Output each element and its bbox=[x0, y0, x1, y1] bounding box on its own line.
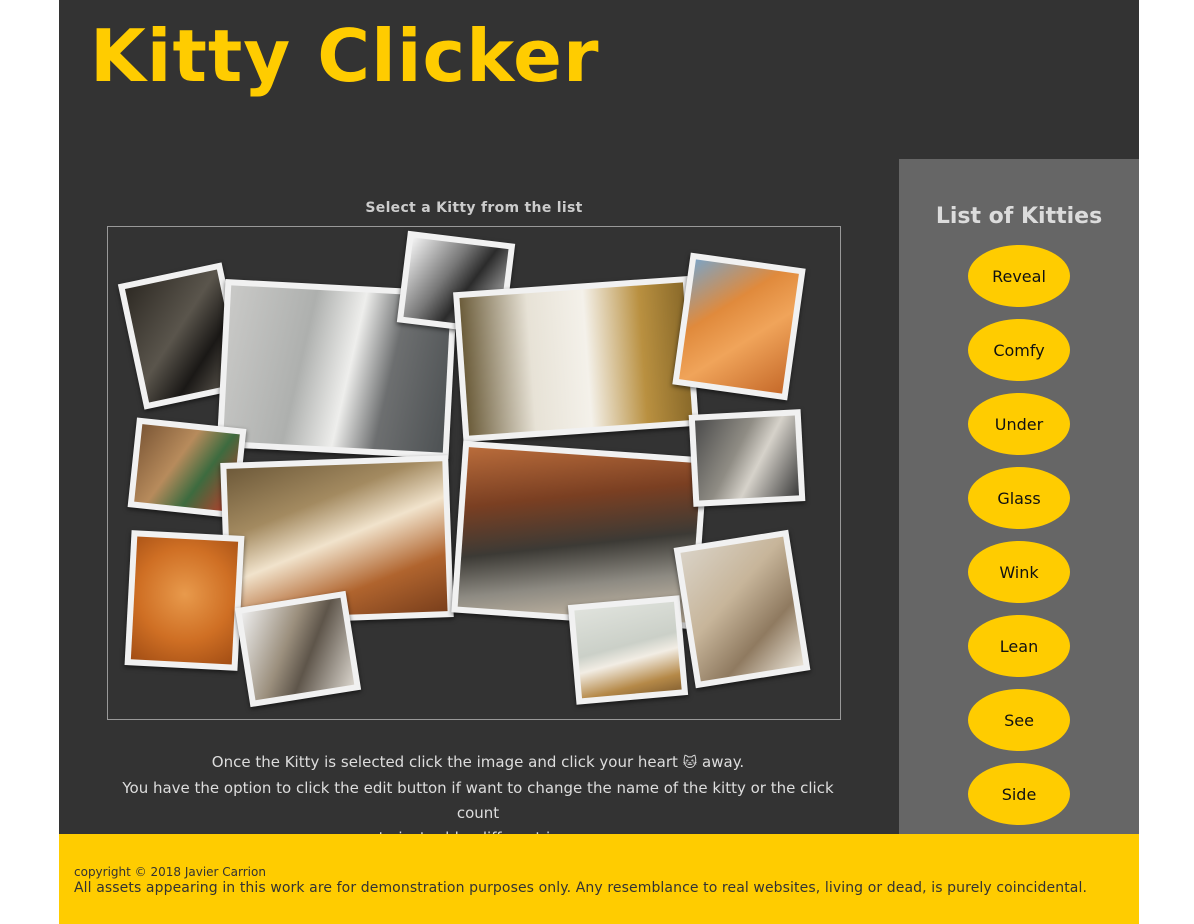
site-title: Kitty Clicker bbox=[90, 14, 600, 98]
help-line-1-start: Once the Kitty is selected click the ima… bbox=[211, 753, 678, 771]
cat-photo-basket[interactable] bbox=[567, 595, 689, 705]
cat-heart-icon: 🐱 bbox=[682, 755, 698, 771]
copyright-text: copyright © 2018 Javier Carrion bbox=[74, 865, 266, 879]
cat-photo-calico[interactable] bbox=[234, 590, 362, 708]
kitty-button-under[interactable]: Under bbox=[968, 393, 1070, 455]
cat-photo-white-yellow[interactable] bbox=[453, 275, 699, 443]
cat-photo-glasses[interactable] bbox=[673, 529, 811, 689]
kitty-button-lean[interactable]: Lean bbox=[968, 615, 1070, 677]
kitty-button-wink[interactable]: Wink bbox=[968, 541, 1070, 603]
kitty-list-sidebar: List of Kitties Reveal Comfy Under Glass… bbox=[899, 159, 1139, 834]
cat-photo-orange-face[interactable] bbox=[124, 530, 245, 671]
help-line-1-end: away. bbox=[702, 753, 745, 771]
kitty-button-glass[interactable]: Glass bbox=[968, 467, 1070, 529]
cat-photo-orange-wink[interactable] bbox=[672, 252, 806, 401]
help-line-2: You have the option to click the edit bu… bbox=[122, 779, 834, 822]
cat-photo-lean[interactable] bbox=[688, 409, 806, 507]
kitty-button-comfy[interactable]: Comfy bbox=[968, 319, 1070, 381]
page-container: Kitty Clicker Select a Kitty from the li… bbox=[59, 0, 1139, 924]
select-instruction: Select a Kitty from the list bbox=[365, 200, 583, 216]
kitty-list-title: List of Kitties bbox=[935, 204, 1103, 229]
kitty-button-side[interactable]: Side bbox=[968, 763, 1070, 825]
disclaimer-text: All assets appearing in this work are fo… bbox=[74, 880, 1088, 896]
kitty-collage[interactable] bbox=[107, 226, 841, 720]
footer: copyright © 2018 Javier Carrion All asse… bbox=[59, 834, 1139, 924]
help-line-1: Once the Kitty is selected click the ima… bbox=[107, 750, 849, 776]
kitty-button-see[interactable]: See bbox=[968, 689, 1070, 751]
kitty-button-reveal[interactable]: Reveal bbox=[968, 245, 1070, 307]
